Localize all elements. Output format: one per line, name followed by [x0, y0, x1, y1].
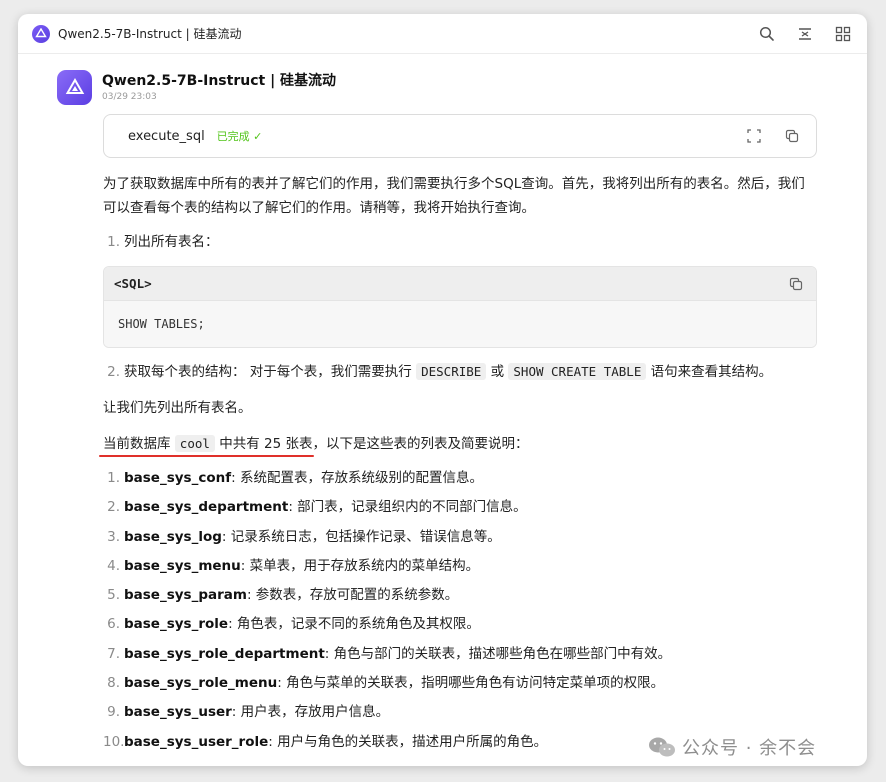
- inline-code: SHOW CREATE TABLE: [508, 363, 647, 380]
- code-language: <SQL>: [114, 276, 152, 291]
- watermark-text: 公众号 · 余不会: [682, 738, 817, 759]
- list-item: 8. base_sys_role_menu: 角色与菜单的关联表，指明哪些角色有访…: [103, 669, 817, 698]
- item-number: 10.: [103, 733, 125, 750]
- grid-icon[interactable]: [833, 24, 853, 44]
- inline-code: DESCRIBE: [416, 363, 487, 380]
- step-2: 2. 获取每个表的结构： 对于每个表，我们需要执行 DESCRIBE 或 SHO…: [103, 360, 817, 384]
- table-desc: : 记录系统日志，包括操作记录、错误信息等。: [221, 528, 501, 545]
- list-item: 3. base_sys_log: 记录系统日志，包括操作记录、错误信息等。: [103, 523, 817, 552]
- intro-paragraph: 为了获取数据库中所有的表并了解它们的作用，我们需要执行多个SQL查询。首先，我将…: [103, 176, 805, 216]
- expand-icon[interactable]: [795, 24, 815, 44]
- message-content: execute_sql 已完成 ✓ 为了获取数据库中所有的表并了解它们的作用，我…: [103, 114, 817, 757]
- table-name: base_sys_role_menu: [124, 675, 278, 692]
- table-desc: : 菜单表，用于存放系统内的菜单结构。: [240, 557, 480, 574]
- db-suffix: ，以下是这些表的列表及简要说明：: [312, 436, 529, 452]
- app-logo-icon: [32, 24, 50, 43]
- table-desc: : 用户与角色的关联表，描述用户所属的角色。: [268, 733, 548, 750]
- database-name: cool: [174, 435, 215, 452]
- step-suffix: 语句来查看其结构。: [646, 364, 773, 380]
- list-item: 4. base_sys_menu: 菜单表，用于存放系统内的菜单结构。: [103, 552, 817, 581]
- watermark: 公众号 · 余不会: [648, 734, 816, 760]
- table-desc: : 部门表，记录组织内的不同部门信息。: [288, 499, 527, 516]
- step-number: 2.: [107, 364, 120, 380]
- table-count: 中共有 25 张表: [214, 436, 313, 452]
- wechat-icon: [648, 736, 676, 758]
- table-desc: : 系统配置表，存放系统级别的配置信息。: [231, 470, 483, 486]
- copy-icon[interactable]: [786, 274, 806, 294]
- table-name: base_sys_user_role: [124, 733, 269, 750]
- table-name: base_sys_role_department: [124, 645, 325, 662]
- list-item: 5. base_sys_param: 参数表，存放可配置的系统参数。: [103, 581, 817, 610]
- tool-name: execute_sql: [128, 128, 205, 144]
- step-1: 1. 列出所有表名：: [103, 230, 817, 254]
- list-item: 1. base_sys_conf: 系统配置表，存放系统级别的配置信息。: [103, 464, 817, 493]
- database-line: 当前数据库 cool 中共有 25 张表，以下是这些表的列表及简要说明：: [103, 432, 817, 456]
- table-list: 1. base_sys_conf: 系统配置表，存放系统级别的配置信息。 2. ba…: [103, 464, 817, 757]
- chat-window: Qwen2.5-7B-Instruct | 硅基流动 Qwen2.5-7B-In…: [18, 14, 867, 766]
- step-text: 列出所有表名：: [124, 234, 219, 250]
- item-number: 9.: [107, 704, 120, 721]
- list-intro: 让我们先列出所有表名。: [103, 400, 252, 416]
- fullscreen-icon[interactable]: [744, 126, 764, 146]
- item-number: 4.: [107, 557, 120, 574]
- sender-name: Qwen2.5-7B-Instruct | 硅基流动: [102, 73, 337, 89]
- table-desc: : 角色与菜单的关联表，指明哪些角色有访问特定菜单项的权限。: [277, 675, 665, 692]
- code-header: <SQL>: [104, 267, 816, 301]
- window-title: Qwen2.5-7B-Instruct | 硅基流动: [58, 27, 242, 41]
- table-desc: : 参数表，存放可配置的系统参数。: [246, 587, 459, 604]
- avatar: [57, 70, 92, 105]
- table-desc: : 用户表，存放用户信息。: [231, 704, 390, 721]
- title-bar: Qwen2.5-7B-Instruct | 硅基流动: [18, 14, 867, 54]
- item-number: 7.: [107, 645, 120, 662]
- list-item: 7. base_sys_role_department: 角色与部门的关联表，描述…: [103, 640, 817, 669]
- table-name: base_sys_conf: [124, 470, 232, 486]
- item-number: 2.: [107, 499, 120, 516]
- list-item: 9. base_sys_user: 用户表，存放用户信息。: [103, 698, 817, 727]
- step-number: 1.: [107, 234, 120, 250]
- step-mid: 或: [486, 364, 509, 380]
- item-number: 6.: [107, 616, 120, 633]
- item-number: 3.: [107, 528, 120, 545]
- db-prefix: 当前数据库: [103, 436, 175, 452]
- table-name: base_sys_user: [124, 704, 232, 721]
- table-name: base_sys_role: [124, 616, 229, 633]
- highlighted-text: 当前数据库 cool 中共有 25 张表: [103, 435, 313, 452]
- item-number: 1.: [107, 470, 120, 486]
- table-name: base_sys_department: [124, 499, 289, 516]
- step-text: 获取每个表的结构： 对于每个表，我们需要执行 DESCRIBE 或 SHOW C…: [124, 360, 772, 384]
- tool-status: 已完成 ✓: [216, 130, 263, 143]
- code-block: <SQL> SHOW TABLES;: [103, 266, 817, 348]
- message-timestamp: 03/29 23:03: [102, 92, 157, 102]
- item-number: 5.: [107, 587, 120, 604]
- code-body: SHOW TABLES;: [104, 301, 816, 347]
- search-icon[interactable]: [757, 24, 777, 44]
- list-item: 2. base_sys_department: 部门表，记录组织内的不同部门信息。: [103, 493, 817, 522]
- tool-call-card[interactable]: execute_sql 已完成 ✓: [103, 114, 817, 158]
- table-name: base_sys_menu: [124, 557, 241, 574]
- list-item: 6. base_sys_role: 角色表，记录不同的系统角色及其权限。: [103, 610, 817, 639]
- step-prefix: 获取每个表的结构： 对于每个表，我们需要执行: [124, 364, 417, 380]
- table-name: base_sys_param: [124, 587, 247, 604]
- item-number: 8.: [107, 675, 120, 692]
- copy-icon[interactable]: [782, 126, 802, 146]
- table-desc: : 角色表，记录不同的系统角色及其权限。: [228, 616, 480, 633]
- table-desc: : 角色与部门的关联表，描述哪些角色在哪些部门中有效。: [324, 645, 672, 662]
- table-name: base_sys_log: [124, 528, 222, 545]
